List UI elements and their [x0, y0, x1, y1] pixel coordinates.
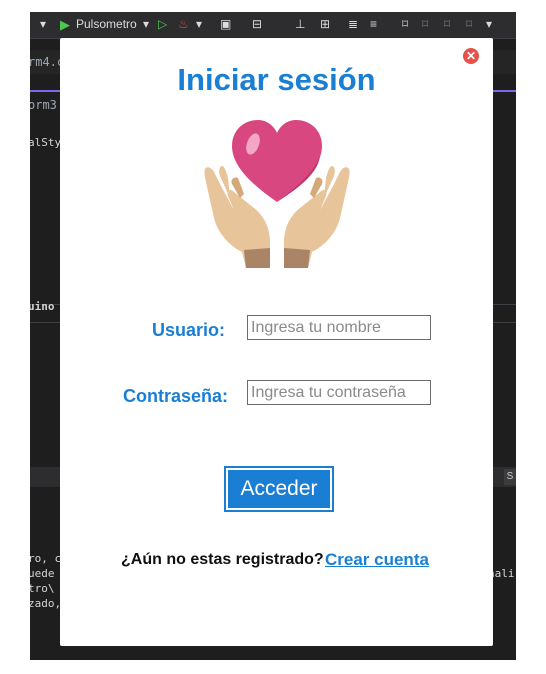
bookmark-prev-icon[interactable]: ⌑ — [422, 17, 428, 31]
register-prompt: ¿Aún no estas registrado? — [121, 551, 324, 568]
run-without-debug-icon[interactable]: ▷ — [158, 17, 167, 31]
uncomment-icon[interactable]: ≡ — [370, 17, 377, 31]
hot-reload-icon[interactable]: ♨ — [178, 17, 189, 31]
code-fragment: uino — [30, 300, 55, 313]
heart-hands-icon — [204, 120, 350, 268]
password-input[interactable] — [247, 380, 431, 405]
folder-icon[interactable]: ▣ — [220, 17, 231, 31]
chevron-down-icon[interactable]: ▾ — [40, 17, 46, 31]
code-fragment: alSty — [30, 136, 62, 149]
project-selector[interactable]: Pulsometro — [76, 17, 137, 31]
page-title: Iniciar sesión — [177, 62, 376, 97]
tab-form4[interactable]: rm4.c — [30, 55, 64, 69]
output-line: ro, c — [30, 552, 62, 565]
chevron-down-icon[interactable]: ▾ — [196, 17, 202, 31]
bookmark-clear-icon[interactable]: ⌑ — [466, 17, 472, 31]
format-icon[interactable]: ⊞ — [320, 17, 330, 31]
output-line: tro\ — [30, 582, 55, 595]
password-label: Contraseña: — [123, 386, 229, 406]
output-line: uede — [30, 567, 55, 580]
output-line: zado, — [30, 597, 62, 610]
chevron-down-icon[interactable]: ▾ — [486, 17, 492, 31]
comment-icon[interactable]: ≣ — [348, 17, 358, 31]
bookmark-next-icon[interactable]: ⌑ — [444, 17, 450, 31]
bookmark-icon[interactable]: ⌑ — [402, 17, 408, 31]
run-icon[interactable]: ▶ — [60, 17, 70, 33]
chevron-down-icon[interactable]: ▾ — [143, 17, 149, 31]
ide-toolbar: ▾ ▶ Pulsometro ▾ ▷ ♨ ▾ ▣ ⊟ ⊥ ⊞ ≣ ≡ ⌑ ⌑ ⌑… — [30, 12, 516, 39]
username-input[interactable] — [247, 315, 431, 340]
login-button[interactable]: Acceder — [224, 466, 334, 512]
tab-form3[interactable]: orm3 — [30, 98, 57, 112]
create-account-link[interactable]: Crear cuenta — [325, 550, 429, 570]
layout-icon[interactable]: ⊟ — [252, 17, 262, 31]
align-icon[interactable]: ⊥ — [295, 17, 305, 31]
side-tab[interactable]: S — [504, 469, 516, 485]
username-label: Usuario: — [152, 320, 226, 340]
